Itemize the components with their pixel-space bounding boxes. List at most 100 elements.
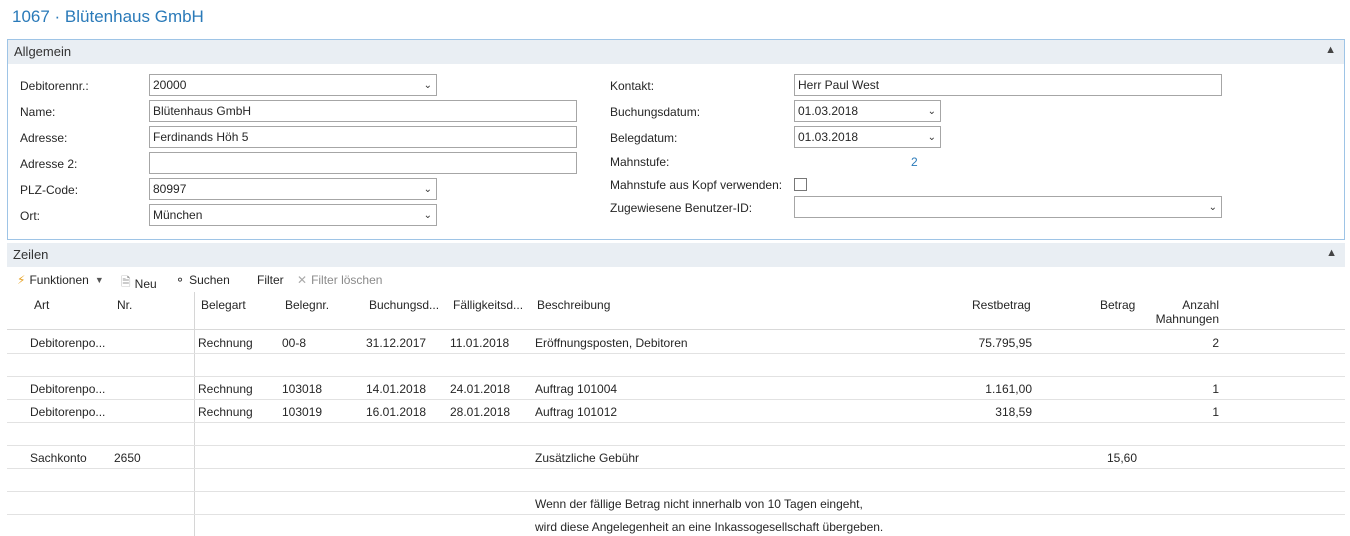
cell-art[interactable]: Debitorenpo... xyxy=(30,405,105,419)
new-document-icon: 🗎 xyxy=(121,275,131,289)
cell-beschreibung[interactable]: Wenn der fällige Betrag nicht innerhalb … xyxy=(535,497,863,511)
caret-down-icon: ▼ xyxy=(94,275,104,285)
cell-anzahl[interactable]: 1 xyxy=(1212,405,1219,419)
table-row[interactable] xyxy=(7,354,1345,377)
adresse2-label: Adresse 2: xyxy=(20,157,78,171)
clear-filter-icon: ✕ xyxy=(297,273,308,287)
col-nr[interactable]: Nr. xyxy=(117,298,132,312)
cell-belegart[interactable]: Rechnung xyxy=(198,382,253,396)
col-faelligkeitsd[interactable]: Fälligkeitsd... xyxy=(453,298,523,312)
cell-restbetrag[interactable]: 1.161,00 xyxy=(985,382,1032,396)
buchungsdatum-value: 01.03.2018 xyxy=(798,104,859,118)
cell-beschreibung[interactable]: Auftrag 101004 xyxy=(535,382,617,396)
col-belegnr[interactable]: Belegnr. xyxy=(285,298,329,312)
cell-belegart[interactable]: Rechnung xyxy=(198,336,253,350)
chevron-down-icon[interactable]: ⌄ xyxy=(424,78,432,94)
funktionen-label: Funktionen xyxy=(29,273,89,287)
cell-art[interactable]: Debitorenpo... xyxy=(30,336,105,350)
cell-buchungsd[interactable]: 16.01.2018 xyxy=(366,405,426,419)
cell-buchungsd[interactable]: 14.01.2018 xyxy=(366,382,426,396)
col-anzahl-mahnungen[interactable]: Anzahl Mahnungen xyxy=(1147,298,1219,326)
chevron-down-icon[interactable]: ⌄ xyxy=(424,208,432,224)
lines-grid: Art Nr. Belegart Belegnr. Buchungsd... F… xyxy=(7,292,1345,536)
table-row[interactable]: Sachkonto 2650 Zusätzliche Gebühr 15,60 xyxy=(7,446,1345,469)
col-beschreibung[interactable]: Beschreibung xyxy=(537,298,610,312)
cell-betrag[interactable]: 15,60 xyxy=(1107,451,1137,465)
debitorennr-value: 20000 xyxy=(153,78,187,92)
plz-label: PLZ-Code: xyxy=(20,183,79,197)
mahnstufe-kopf-checkbox[interactable] xyxy=(794,178,807,191)
chevron-down-icon[interactable]: ⌄ xyxy=(424,182,432,198)
col-art[interactable]: Art xyxy=(34,298,49,312)
buchungsdatum-label: Buchungsdatum: xyxy=(610,105,701,119)
adresse-label: Adresse: xyxy=(20,131,68,145)
cell-anzahl[interactable]: 2 xyxy=(1212,336,1219,350)
filter-loeschen-label: Filter löschen xyxy=(311,273,383,287)
plz-field[interactable]: 80997 ⌄ xyxy=(149,178,437,200)
chevron-down-icon[interactable]: ⌄ xyxy=(1209,200,1217,216)
cell-restbetrag[interactable]: 75.795,95 xyxy=(979,336,1032,350)
filter-loeschen-button[interactable]: ✕ Filter löschen xyxy=(297,273,382,287)
mahnstufe-value[interactable]: 2 xyxy=(911,155,918,169)
funktionen-button[interactable]: ⚡ Funktionen ▼ xyxy=(17,273,104,287)
neu-button[interactable]: 🗎 Neu xyxy=(121,273,157,294)
benutzer-field[interactable]: ⌄ xyxy=(794,196,1222,218)
suchen-button[interactable]: ⚬ Suchen xyxy=(175,273,230,287)
cell-anzahl[interactable]: 1 xyxy=(1212,382,1219,396)
cell-art[interactable]: Sachkonto xyxy=(30,451,87,465)
cell-faelligkeitsd[interactable]: 24.01.2018 xyxy=(450,382,510,396)
mahnstufe-kopf-label: Mahnstufe aus Kopf verwenden: xyxy=(610,178,783,192)
table-row[interactable] xyxy=(7,423,1345,446)
name-label: Name: xyxy=(20,105,56,119)
filter-button[interactable]: Filter xyxy=(257,273,284,287)
chevron-down-icon[interactable]: ⌄ xyxy=(928,130,936,146)
cell-beschreibung[interactable]: Zusätzliche Gebühr xyxy=(535,451,639,465)
section-header-zeilen[interactable]: Zeilen ▲ xyxy=(7,243,1345,267)
belegdatum-field[interactable]: 01.03.2018 ⌄ xyxy=(794,126,941,148)
lines-toolbar: ⚡ Funktionen ▼ 🗎 Neu ⚬ Suchen Filter ✕ F… xyxy=(7,269,1345,291)
section-header-allgemein[interactable]: Allgemein ▲ xyxy=(8,40,1344,64)
col-betrag[interactable]: Betrag xyxy=(1100,298,1135,312)
col-belegart[interactable]: Belegart xyxy=(201,298,246,312)
col-buchungsd[interactable]: Buchungsd... xyxy=(369,298,439,312)
cell-buchungsd[interactable]: 31.12.2017 xyxy=(366,336,426,350)
cell-faelligkeitsd[interactable]: 28.01.2018 xyxy=(450,405,510,419)
cell-art[interactable]: Debitorenpo... xyxy=(30,382,105,396)
cell-beschreibung[interactable]: wird diese Angelegenheit an eine Inkasso… xyxy=(535,520,883,534)
cell-belegnr[interactable]: 103018 xyxy=(282,382,322,396)
chevron-up-icon[interactable]: ▲ xyxy=(1325,44,1336,56)
lightning-icon: ⚡ xyxy=(17,273,26,287)
belegdatum-value: 01.03.2018 xyxy=(798,130,859,144)
binoculars-icon: ⚬ xyxy=(175,273,186,287)
benutzer-label: Zugewiesene Benutzer-ID: xyxy=(610,201,753,215)
buchungsdatum-field[interactable]: 01.03.2018 ⌄ xyxy=(794,100,941,122)
cell-faelligkeitsd[interactable]: 11.01.2018 xyxy=(450,336,509,350)
mahnstufe-label: Mahnstufe: xyxy=(610,155,670,169)
adresse2-field[interactable] xyxy=(149,152,577,174)
cell-beschreibung[interactable]: Eröffnungsposten, Debitoren xyxy=(535,336,688,350)
kontakt-field[interactable]: Herr Paul West xyxy=(794,74,1222,96)
kontakt-label: Kontakt: xyxy=(610,79,655,93)
chevron-down-icon[interactable]: ⌄ xyxy=(928,104,936,120)
cell-belegnr[interactable]: 103019 xyxy=(282,405,322,419)
col-restbetrag[interactable]: Restbetrag xyxy=(972,298,1031,312)
cell-belegart[interactable]: Rechnung xyxy=(198,405,253,419)
table-row[interactable]: Debitorenpo... Rechnung 00-8 31.12.2017 11.0… xyxy=(7,331,1345,354)
cell-beschreibung[interactable]: Auftrag 101012 xyxy=(535,405,617,419)
table-row[interactable]: wird diese Angelegenheit an eine Inkasso… xyxy=(7,515,1345,536)
table-row[interactable]: Debitorenpo... Rechnung 103018 14.01.2018 24… xyxy=(7,377,1345,400)
debitorennr-field[interactable]: 20000 ⌄ xyxy=(149,74,437,96)
belegdatum-label: Belegdatum: xyxy=(610,131,678,145)
adresse-field[interactable]: Ferdinands Höh 5 xyxy=(149,126,577,148)
table-row[interactable]: Wenn der fällige Betrag nicht innerhalb … xyxy=(7,492,1345,515)
cell-belegnr[interactable]: 00-8 xyxy=(282,336,306,350)
table-row[interactable] xyxy=(7,469,1345,492)
cell-restbetrag[interactable]: 318,59 xyxy=(995,405,1032,419)
col-anzahl-line2: Mahnungen xyxy=(1155,312,1219,326)
name-field[interactable]: Blütenhaus GmbH xyxy=(149,100,577,122)
chevron-up-icon[interactable]: ▲ xyxy=(1326,247,1337,259)
name-value: Blütenhaus GmbH xyxy=(153,104,252,118)
ort-field[interactable]: München ⌄ xyxy=(149,204,437,226)
table-row[interactable]: Debitorenpo... Rechnung 103019 16.01.2018 28… xyxy=(7,400,1345,423)
cell-nr[interactable]: 2650 xyxy=(114,451,141,465)
